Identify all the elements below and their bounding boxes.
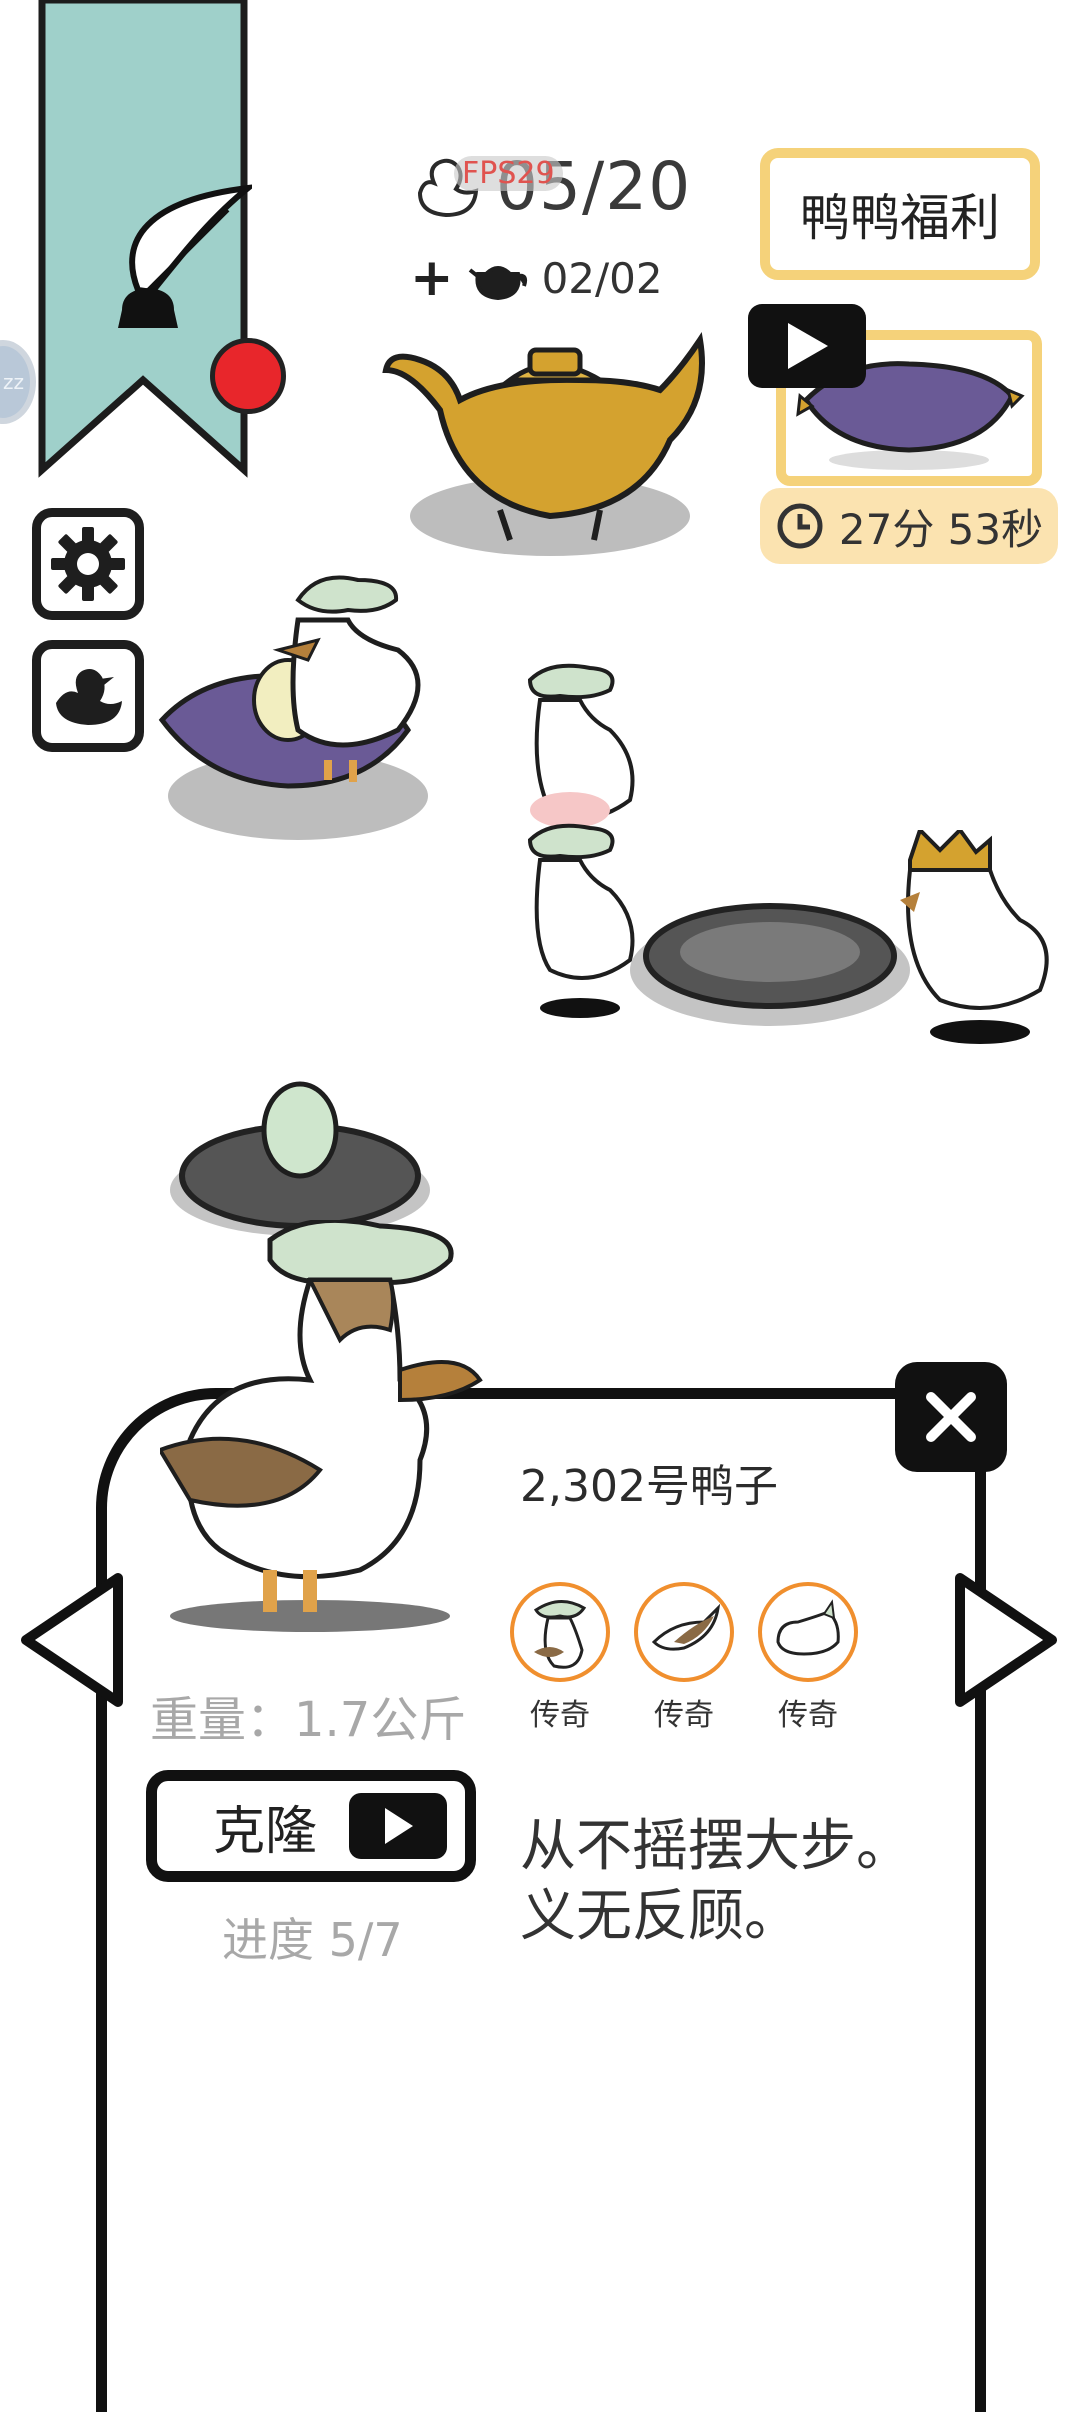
duck-capacity-counter: FPS29 05/20 [410, 148, 691, 225]
description-line-1: 从不摇摆大步。 [520, 1814, 912, 1879]
sleep-bubble[interactable]: zz [0, 340, 36, 424]
clone-button[interactable]: 克隆 [146, 1770, 476, 1882]
previous-duck-arrow[interactable] [18, 1570, 128, 1710]
trait-hat[interactable]: 传奇 [510, 1582, 610, 1734]
trait-wing[interactable]: 传奇 [634, 1582, 734, 1734]
teapot-icon [468, 266, 527, 300]
golden-teapot[interactable] [380, 310, 720, 580]
timer-text: 27分 53秒 [838, 504, 1044, 554]
clone-video-badge [349, 1793, 447, 1859]
featured-duck [160, 1220, 483, 1632]
close-button[interactable] [895, 1362, 1007, 1472]
description-line-2: 义无反顾。 [520, 1884, 800, 1949]
clone-progress: 进度 5/7 [222, 1913, 403, 1967]
duck-name: 2,302号鸭子 [520, 1461, 778, 1512]
play-icon [385, 1808, 413, 1844]
king-duck[interactable] [880, 830, 1080, 1050]
white-duck-body-icon [758, 1582, 858, 1682]
teapot-counter: + 02/02 [410, 248, 663, 308]
plus-sign: + [410, 248, 454, 308]
fps-overlay: FPS29 [454, 156, 563, 191]
trait-body[interactable]: 传奇 [758, 1582, 858, 1734]
duck-silhouette-icon [56, 669, 122, 725]
settings-button[interactable] [32, 508, 144, 620]
duck-collection-button[interactable] [32, 640, 144, 752]
watch-ad-button[interactable] [748, 304, 866, 388]
clock-icon [777, 503, 823, 549]
clone-label: 克隆 [213, 1801, 318, 1862]
mushroom-hat-duck-icon [510, 1582, 610, 1682]
gear-icon [51, 527, 125, 601]
duck-welfare-button[interactable]: 鸭鸭福利 [760, 148, 1040, 280]
notification-dot [210, 338, 286, 414]
duck-description: 从不摇摆大步。 义无反顾。 [520, 1812, 940, 1952]
duck-weight: 重量：1.7公斤 [150, 1692, 467, 1748]
quill-bookmark-banner[interactable] [38, 0, 252, 488]
dark-nest[interactable] [620, 860, 920, 1030]
duck-on-pillow[interactable] [148, 560, 468, 850]
close-icon [926, 1392, 976, 1442]
play-icon [788, 323, 828, 369]
teapot-count-value: 02/02 [541, 253, 663, 303]
next-duck-arrow[interactable] [950, 1570, 1060, 1710]
brown-wing-icon [634, 1582, 734, 1682]
reward-timer: 27分 53秒 [760, 488, 1058, 564]
nest-with-egg[interactable] [160, 1060, 460, 1240]
